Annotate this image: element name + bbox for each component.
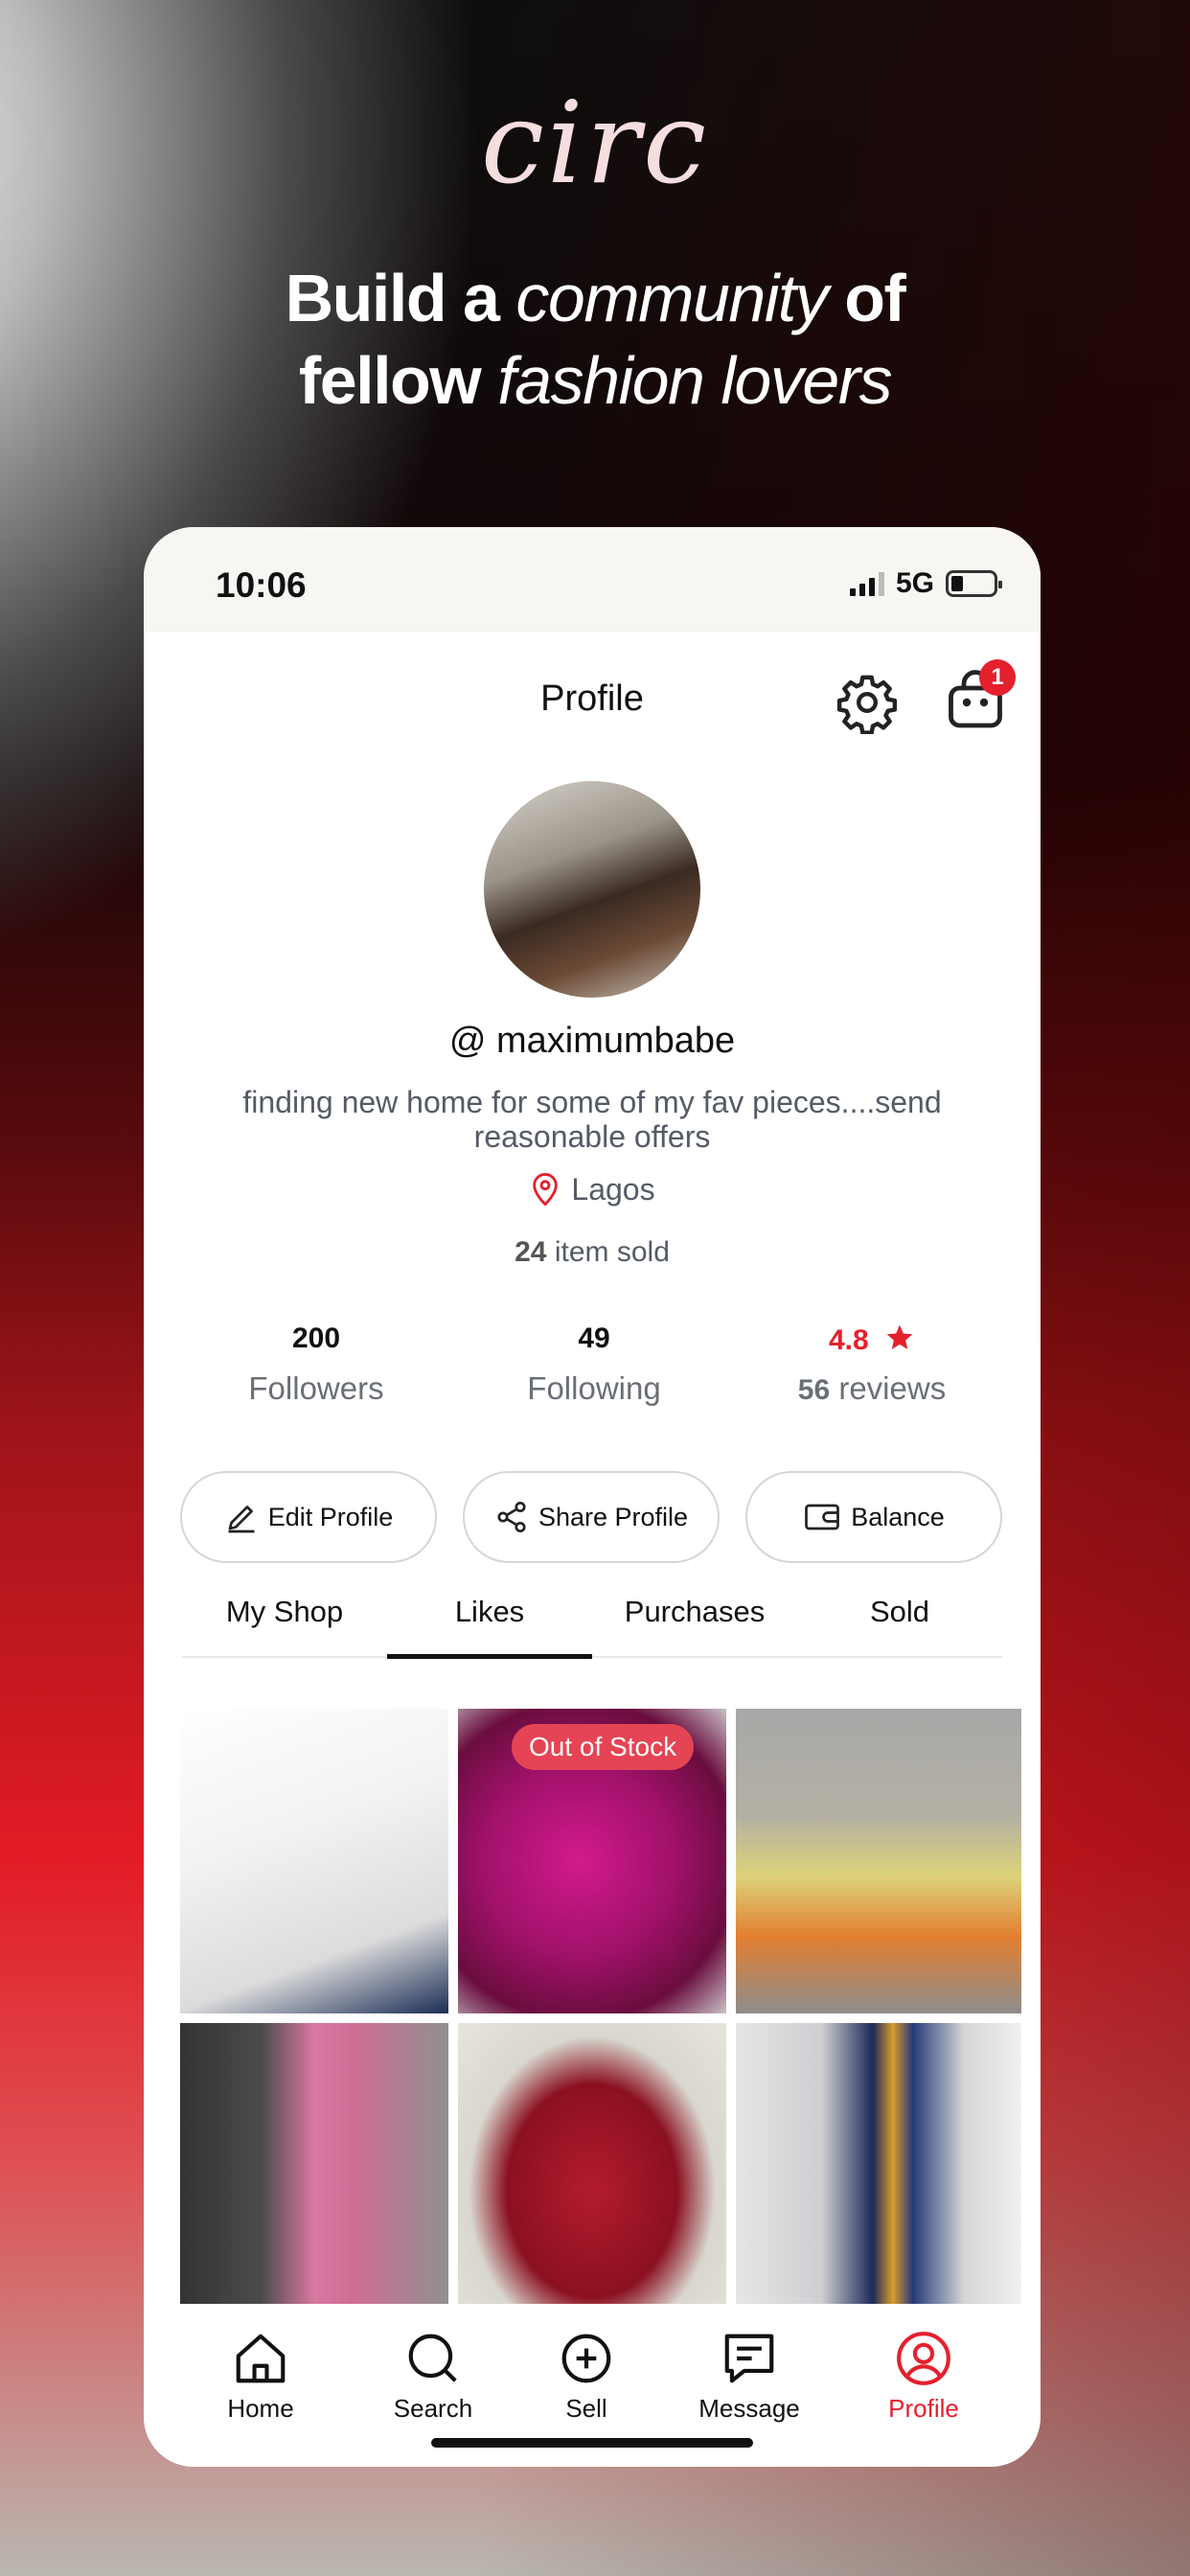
reviews-label: reviews <box>838 1370 947 1406</box>
headline-part2: of <box>844 261 906 335</box>
location-text: Lagos <box>571 1171 655 1207</box>
page-title: Profile <box>540 678 644 719</box>
profile-tabs: My Shop Likes Purchases Sold <box>182 1591 1002 1659</box>
balance-label: Balance <box>851 1502 945 1531</box>
status-time: 10:06 <box>216 565 307 605</box>
nav-message-label: Message <box>698 2394 800 2423</box>
product-grid: Out of Stock <box>180 1709 1021 2328</box>
items-sold: 24 item sold <box>144 1236 1041 1269</box>
reviews-count: 56 <box>797 1374 831 1406</box>
profile-icon <box>897 2332 950 2385</box>
edit-profile-button[interactable]: Edit Profile <box>180 1471 437 1563</box>
product-tile-print-slip-dress[interactable] <box>736 2023 1021 2328</box>
nav-home[interactable]: Home <box>194 2329 328 2424</box>
nav-search-label: Search <box>393 2394 473 2423</box>
battery-icon <box>946 570 1002 597</box>
promo-headline: Build a community of fellow fashion love… <box>0 257 1190 422</box>
cart-badge: 1 <box>979 659 1016 696</box>
tab-purchases[interactable]: Purchases <box>592 1591 797 1656</box>
location-pin-icon <box>533 1173 559 1207</box>
share-profile-button[interactable]: Share Profile <box>463 1471 720 1563</box>
items-sold-label: item sold <box>554 1236 670 1268</box>
avatar[interactable] <box>484 781 700 998</box>
nav-profile[interactable]: Profile <box>857 2329 991 2424</box>
profile-location: Lagos <box>144 1171 1041 1208</box>
followers-count: 200 <box>291 1322 341 1354</box>
edit-profile-label: Edit Profile <box>267 1502 394 1531</box>
headline-italic1: community <box>515 261 828 335</box>
headline-part3: fellow <box>298 343 482 418</box>
followers-stat[interactable]: 200 Followers <box>182 1322 450 1407</box>
share-icon <box>497 1501 526 1533</box>
brand-logo: circ <box>480 77 710 209</box>
product-tile-crochet-dress[interactable] <box>736 1709 1021 2013</box>
network-type: 5G <box>895 567 934 599</box>
following-label: Following <box>527 1370 661 1406</box>
balance-button[interactable]: Balance <box>745 1471 1002 1563</box>
profile-actions: Edit Profile Share Profile Balance <box>180 1471 1002 1563</box>
reviews-label-row: 56 reviews <box>738 1370 1006 1407</box>
followers-label: Followers <box>248 1370 384 1406</box>
tab-sold[interactable]: Sold <box>797 1591 1002 1656</box>
product-tile-pink-set[interactable] <box>180 2023 448 2328</box>
nav-sell-label: Sell <box>565 2394 607 2423</box>
search-icon <box>408 2334 457 2382</box>
profile-stats: 200 Followers 49 Following 4.8 56 review… <box>182 1322 1006 1407</box>
home-indicator <box>431 2438 753 2448</box>
star-icon <box>886 1324 913 1349</box>
bottom-nav: Home Search Sell Message Profile <box>144 2304 1041 2467</box>
profile-handle: @ maximumbabe <box>448 1021 736 1061</box>
pencil-icon <box>228 1506 255 1533</box>
nav-search[interactable]: Search <box>366 2329 500 2424</box>
following-stat[interactable]: 49 Following <box>460 1322 728 1407</box>
product-tile-white-shirt[interactable] <box>180 1709 448 2013</box>
nav-message[interactable]: Message <box>682 2329 816 2424</box>
nav-sell[interactable]: Sell <box>519 2329 653 2424</box>
following-count: 49 <box>578 1322 610 1354</box>
rating-row: 4.8 <box>738 1322 1006 1365</box>
headline-part1: Build a <box>285 261 500 335</box>
share-profile-label: Share Profile <box>538 1502 689 1531</box>
plus-circle-icon <box>561 2334 611 2383</box>
phone-screen: 10:06 5G Profile 1 @ maximumbabe finding… <box>144 527 1041 2467</box>
items-sold-count: 24 <box>515 1236 547 1268</box>
tab-my-shop[interactable]: My Shop <box>182 1591 387 1656</box>
out-of-stock-badge: Out of Stock <box>512 1724 695 1770</box>
settings-gear-icon[interactable] <box>835 671 899 735</box>
product-tile-red-flats[interactable] <box>458 2023 726 2328</box>
profile-header: Profile 1 <box>144 632 1041 767</box>
home-icon <box>236 2334 286 2383</box>
nav-home-label: Home <box>227 2394 294 2423</box>
status-bar: 10:06 5G <box>144 527 1041 632</box>
wallet-icon <box>805 1504 840 1530</box>
profile-bio: finding new home for some of my fav piec… <box>242 1085 942 1154</box>
nav-profile-label: Profile <box>888 2394 959 2423</box>
product-tile-pink-dress[interactable]: Out of Stock <box>458 1709 726 2013</box>
status-indicators: 5G <box>849 567 1002 600</box>
signal-icon <box>849 571 884 596</box>
tab-likes[interactable]: Likes <box>387 1591 592 1659</box>
message-icon <box>724 2334 774 2383</box>
rating-value: 4.8 <box>828 1324 869 1356</box>
reviews-stat[interactable]: 4.8 56 reviews <box>738 1322 1006 1407</box>
cart-bag-button[interactable]: 1 <box>941 659 1016 734</box>
headline-italic2: fashion lovers <box>497 343 892 418</box>
